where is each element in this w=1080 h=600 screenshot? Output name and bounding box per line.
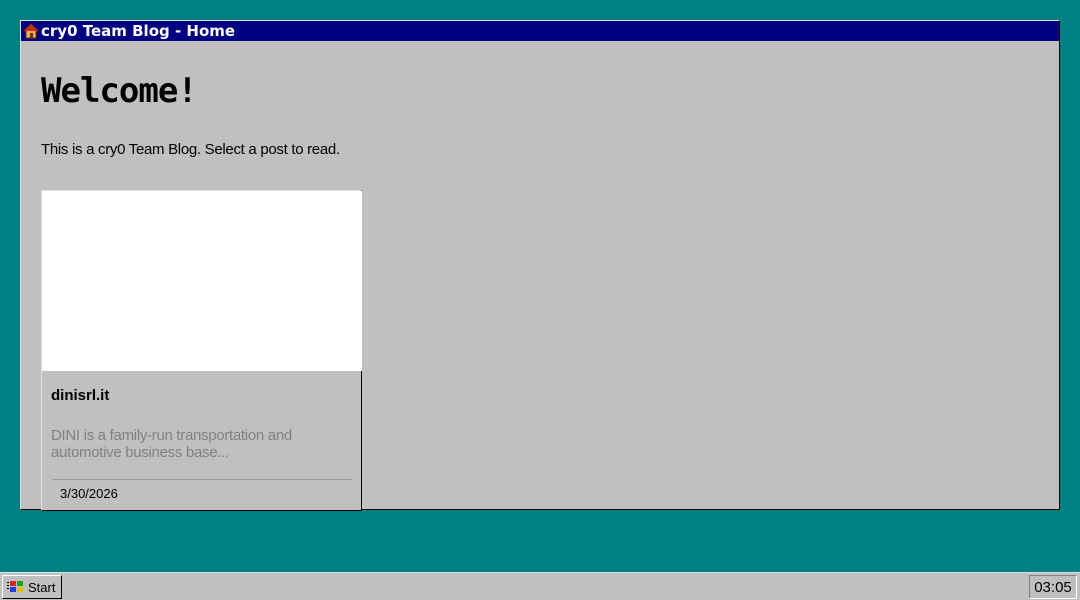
window-titlebar[interactable]: cry0 Team Blog - Home [21, 21, 1059, 41]
start-label: Start [28, 579, 56, 595]
post-card[interactable]: dinisrl.it DINI is a family-run transpor… [41, 190, 362, 511]
post-date: 3/30/2026 [60, 486, 118, 501]
window-title: cry0 Team Blog - Home [41, 22, 236, 40]
blog-window: cry0 Team Blog - Home Welcome! This is a… [20, 20, 1060, 511]
post-thumbnail[interactable] [42, 191, 362, 371]
taskbar: Start 03:05 [0, 572, 1080, 600]
card-divider [52, 479, 352, 480]
windows-logo-icon [7, 580, 25, 594]
page-content: Welcome! This is a cry0 Team Blog. Selec… [41, 41, 1059, 511]
post-excerpt: DINI is a family-run transportation and … [51, 427, 292, 461]
page-title: Welcome! [41, 71, 198, 111]
post-title[interactable]: dinisrl.it [51, 387, 109, 404]
home-icon [22, 23, 40, 39]
taskbar-clock[interactable]: 03:05 [1029, 575, 1077, 599]
page-subtitle: This is a cry0 Team Blog. Select a post … [41, 141, 340, 158]
start-button[interactable]: Start [2, 575, 62, 599]
